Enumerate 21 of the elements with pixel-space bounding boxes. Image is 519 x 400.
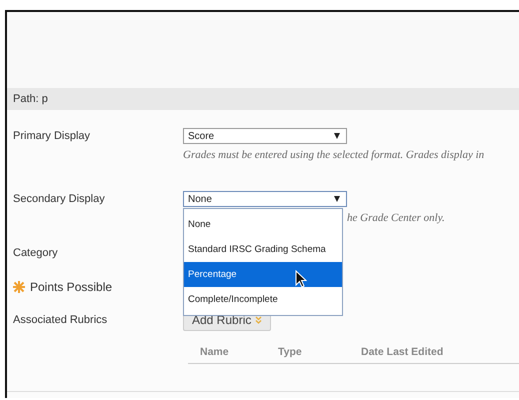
- dropdown-option[interactable]: Complete/Incomplete: [184, 287, 342, 312]
- hint-text: he Grade Center only.: [347, 212, 445, 224]
- dropdown[interactable]: None: [183, 191, 347, 207]
- field-label: Secondary Display: [13, 192, 106, 207]
- dropdown-option[interactable]: Percentage: [184, 262, 342, 287]
- dropdown-arrow-icon: [334, 196, 340, 202]
- dropdown-option[interactable]: Standard IRSC Grading Schema: [184, 237, 342, 262]
- cursor-icon: [295, 270, 307, 288]
- hint-text: Grades must be entered using the selected format. Grades display in: [183, 149, 484, 161]
- chevron-down-icon: [255, 316, 262, 324]
- column-header: Name: [200, 346, 230, 358]
- column-header: Type: [278, 346, 303, 358]
- column-header: Date Last Edited: [361, 346, 444, 358]
- dropdown[interactable]: Score: [183, 128, 347, 144]
- field-label: Points Possible: [30, 280, 112, 294]
- dropdown-option[interactable]: None: [184, 212, 342, 237]
- field-label: Primary Display: [13, 129, 92, 144]
- dropdown-arrow-icon: [334, 133, 340, 139]
- field-label: Category: [13, 246, 59, 261]
- path-label: Path: p: [13, 93, 48, 105]
- field-label: Associated Rubrics: [13, 313, 108, 328]
